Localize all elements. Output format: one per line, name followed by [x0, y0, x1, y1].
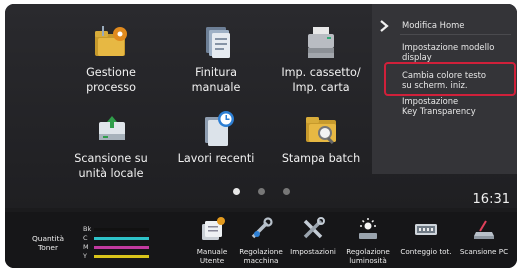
- page-dot-active[interactable]: [233, 188, 240, 195]
- highlight-callout-frame: [384, 62, 516, 96]
- control-panel: Gestione processo Finitura manuale Imp.: [5, 4, 517, 268]
- page-dot[interactable]: [283, 188, 290, 195]
- clock: 16:31: [472, 192, 510, 207]
- toner-key: C: [83, 234, 88, 242]
- recent-jobs-clock-icon: [205, 111, 234, 146]
- button-label: Regolazione luminosità: [346, 247, 390, 265]
- brightness-button[interactable]: Regolazione luminosità: [343, 216, 393, 265]
- tile-stampa-batch[interactable]: Stampa batch: [256, 108, 386, 166]
- tile-label: Imp. cassetto/ Imp. carta: [281, 66, 361, 94]
- button-label: Impostazioni: [290, 247, 336, 256]
- chevron-right-icon: [380, 20, 389, 32]
- settings-button[interactable]: Impostazioni: [287, 216, 339, 256]
- scan-to-drive-icon: [99, 116, 125, 140]
- menu-collapse-button[interactable]: [372, 4, 396, 48]
- total-count-button[interactable]: Conteggio tot.: [397, 216, 455, 256]
- toner-level-bar: [94, 246, 149, 249]
- folder-search-icon: [306, 117, 336, 145]
- folder-gear-icon: [95, 26, 127, 56]
- printer-tray-icon: [308, 27, 334, 58]
- tile-imp-cassetto[interactable]: Imp. cassetto/ Imp. carta: [256, 22, 386, 95]
- button-label: Manuale Utente: [196, 247, 228, 265]
- scan-pc-icon: [474, 220, 494, 239]
- toner-level-bar: [94, 237, 149, 240]
- menu-item-key-transparency[interactable]: Impostazione Key Transparency: [402, 96, 514, 116]
- toner-key: Bk: [83, 225, 92, 233]
- toner-row-c: C: [83, 234, 153, 243]
- menu-divider: [400, 34, 511, 35]
- home-screen: Gestione processo Finitura manuale Imp.: [5, 4, 517, 208]
- tile-label: Stampa batch: [281, 152, 361, 165]
- toner-row-bk: Bk: [83, 225, 153, 234]
- settings-tools-icon: [303, 217, 325, 239]
- machine-adjust-button[interactable]: Regolazione macchina: [237, 216, 285, 265]
- document-stack-icon: [206, 27, 230, 58]
- button-label: Conteggio tot.: [400, 247, 452, 256]
- counter-icon: [415, 224, 437, 235]
- user-manual-icon: [202, 217, 225, 240]
- machine-adjust-icon: [251, 217, 273, 239]
- button-label: Scansione PC: [459, 247, 509, 256]
- brightness-icon: [359, 218, 377, 239]
- button-label: Regolazione macchina: [239, 247, 283, 265]
- toner-row-y: Y: [83, 252, 153, 261]
- user-manual-button[interactable]: Manuale Utente: [189, 216, 235, 265]
- system-bar: Quantità Toner Bk C M Y Manuale Utente R…: [5, 212, 517, 268]
- menu-item-modifica-home[interactable]: Modifica Home: [402, 20, 514, 30]
- toner-level-bar: [94, 228, 149, 231]
- toner-level-bar: [94, 255, 149, 258]
- page-dot[interactable]: [258, 188, 265, 195]
- toner-row-m: M: [83, 243, 153, 252]
- menu-item-impostazione-modello[interactable]: Impostazione modello display: [402, 42, 514, 62]
- toner-key: M: [83, 243, 89, 251]
- toner-label: Quantità Toner: [31, 234, 65, 252]
- scan-pc-button[interactable]: Scansione PC: [457, 216, 511, 256]
- toner-key: Y: [83, 252, 87, 260]
